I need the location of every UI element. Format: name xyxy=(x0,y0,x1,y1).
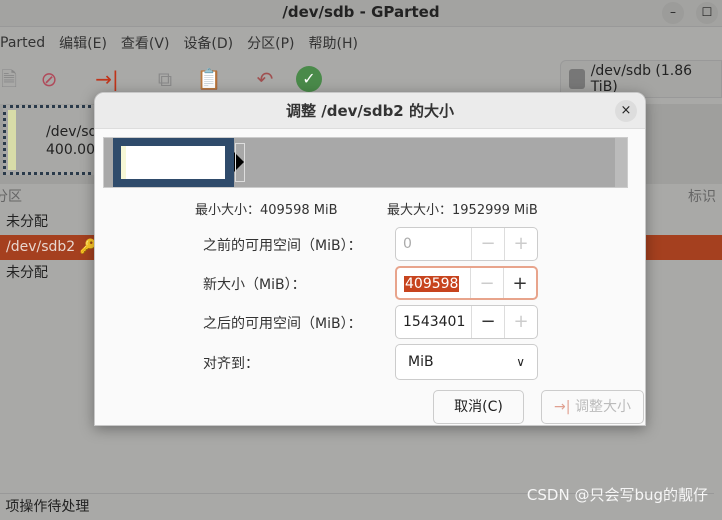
free-after-label: 之后的可用空间（MiB）： xyxy=(203,316,362,332)
min-size: 最小大小：409598 MiB xyxy=(195,203,338,218)
new-partition-icon[interactable]: 🗎 xyxy=(0,66,22,92)
free-after-input[interactable]: 1543401 xyxy=(396,306,471,338)
resize-label: 调整大小 xyxy=(574,399,631,415)
delete-icon[interactable]: ⊘ xyxy=(36,66,62,92)
new-size-spinner[interactable]: 409598 − + xyxy=(395,266,538,300)
resizer-end xyxy=(615,138,627,187)
menu-view[interactable]: 查看(V) xyxy=(121,33,178,53)
copy-icon[interactable]: ⧉ xyxy=(152,66,178,92)
align-select[interactable]: MiB ∨ xyxy=(395,344,538,380)
header-partition[interactable]: 分区 xyxy=(0,186,22,206)
watermark: CSDN @只会写bug的靓仔 xyxy=(526,486,708,504)
cancel-button[interactable]: 取消(C) xyxy=(433,390,524,424)
free-before-input[interactable]: 0 xyxy=(396,228,471,260)
decrement-button[interactable]: − xyxy=(471,306,504,338)
usage-bar xyxy=(8,110,16,170)
menu-edit[interactable]: 编辑(E) xyxy=(59,33,115,53)
disk-icon xyxy=(569,69,585,89)
free-before-spinner[interactable]: 0 − + xyxy=(395,227,538,261)
increment-button[interactable]: + xyxy=(504,306,537,338)
menu-bar: Parted 编辑(E) 查看(V) 设备(D) 分区(P) 帮助(H) xyxy=(0,28,722,58)
decrement-button[interactable]: − xyxy=(470,268,503,298)
max-size: 最大大小：1952999 MiB xyxy=(387,203,538,218)
menu-gparted[interactable]: Parted xyxy=(0,35,53,51)
window-title: /dev/sdb - GParted xyxy=(0,0,722,27)
free-after-spinner[interactable]: 1543401 − + xyxy=(395,305,538,339)
minimize-button[interactable]: – xyxy=(662,2,684,24)
increment-button[interactable]: + xyxy=(503,268,536,298)
device-label: /dev/sdb (1.86 TiB) xyxy=(590,63,693,95)
dialog-title: 调整 /dev/sdb2 的大小 xyxy=(95,93,645,129)
used-space xyxy=(121,146,225,179)
resize-button[interactable]: →| 调整大小 xyxy=(541,390,644,424)
resize-icon: →| xyxy=(554,399,571,415)
apply-icon[interactable]: ✓ xyxy=(296,66,322,92)
undo-icon[interactable]: ↶ xyxy=(252,66,278,92)
resize-graphic[interactable] xyxy=(103,137,628,188)
header-flags[interactable]: 标识 xyxy=(688,186,716,206)
resize-boundary xyxy=(235,143,245,182)
paste-icon[interactable]: 📋 xyxy=(196,66,222,92)
align-label: 对齐到： xyxy=(203,356,259,372)
new-size-label: 新大小（MiB）： xyxy=(203,277,306,293)
free-before-label: 之前的可用空间（MiB）： xyxy=(203,238,362,254)
align-value: MiB xyxy=(408,354,434,370)
resize-dialog: 调整 /dev/sdb2 的大小 × 最小大小：409598 MiB 最大大小：… xyxy=(94,92,646,426)
increment-button[interactable]: + xyxy=(504,228,537,260)
menu-device[interactable]: 设备(D) xyxy=(183,33,241,53)
menu-help[interactable]: 帮助(H) xyxy=(309,33,366,53)
menu-partition[interactable]: 分区(P) xyxy=(247,33,302,53)
new-size-value: 409598 xyxy=(404,276,460,292)
resize-move-icon[interactable]: →| xyxy=(94,66,120,92)
new-size-input[interactable]: 409598 xyxy=(397,268,470,298)
chevron-down-icon: ∨ xyxy=(516,355,525,369)
close-button[interactable]: × xyxy=(615,100,637,122)
row-name: /dev/sdb2 xyxy=(6,239,76,255)
partition-block[interactable] xyxy=(113,138,234,187)
decrement-button[interactable]: − xyxy=(471,228,504,260)
maximize-button[interactable]: ☐ xyxy=(696,2,718,24)
